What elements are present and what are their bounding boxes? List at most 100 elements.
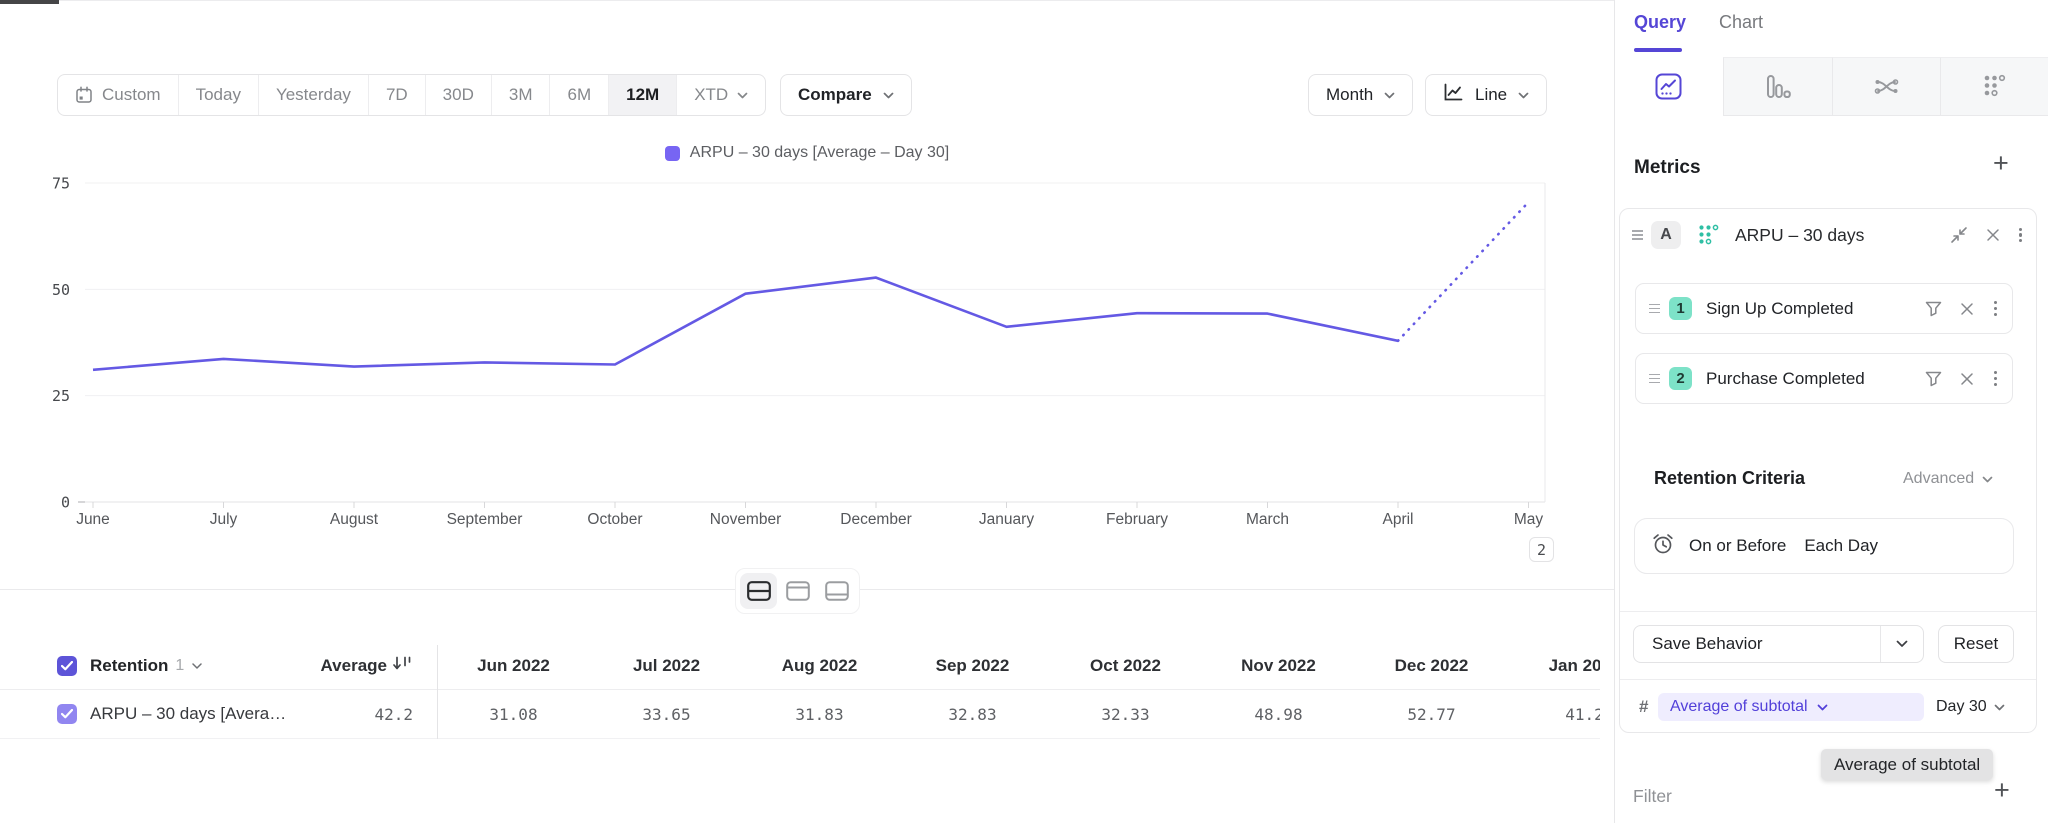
- measure-selected-value: Average of subtotal: [1670, 698, 1808, 716]
- tab-query[interactable]: Query: [1634, 12, 1686, 33]
- column-header[interactable]: Dec 2022: [1355, 656, 1508, 676]
- criteria-condition: On or Before: [1689, 536, 1786, 556]
- svg-text:March: March: [1246, 511, 1289, 528]
- svg-text:August: August: [330, 511, 379, 528]
- add-filter-button[interactable]: +: [1994, 780, 2010, 800]
- column-header[interactable]: Jan 2023: [1508, 656, 1600, 676]
- column-header[interactable]: Aug 2022: [743, 656, 896, 676]
- collapse-icon[interactable]: [1949, 225, 1969, 245]
- chevron-down-icon[interactable]: [1881, 640, 1923, 648]
- more-options-icon[interactable]: [2017, 226, 2024, 245]
- column-header[interactable]: Nov 2022: [1202, 656, 1355, 676]
- chart-only-toggle[interactable]: [779, 573, 816, 609]
- chart-legend: ARPU – 30 days [Average – Day 30]: [0, 144, 1614, 162]
- filter-funnel-icon[interactable]: [1925, 371, 1942, 387]
- check-icon: [61, 709, 73, 719]
- day-selected-value: Day 30: [1936, 698, 1987, 716]
- range-label: Custom: [102, 85, 161, 105]
- range-7d[interactable]: 7D: [369, 75, 426, 115]
- line-chart-frame-icon: [1655, 73, 1682, 100]
- results-table: Retention 1 Average: [0, 643, 1600, 739]
- svg-text:October: October: [587, 511, 642, 528]
- range-30d[interactable]: 30D: [426, 75, 492, 115]
- range-12m[interactable]: 12M: [609, 75, 677, 115]
- tab-chart[interactable]: Chart: [1719, 12, 1763, 33]
- svg-text:July: July: [210, 511, 238, 528]
- svg-text:25: 25: [52, 387, 70, 405]
- range-label: Yesterday: [276, 85, 351, 105]
- svg-text:75: 75: [52, 175, 70, 193]
- table-only-toggle[interactable]: [818, 573, 855, 609]
- retention-metric-icon: [1697, 223, 1721, 247]
- event-label: Sign Up Completed: [1706, 299, 1853, 319]
- close-icon[interactable]: [1960, 372, 1974, 386]
- metrics-section-title: Metrics: [1634, 157, 1701, 179]
- chart-only-icon: [786, 581, 810, 601]
- compare-button[interactable]: Compare: [780, 74, 912, 116]
- filter-funnel-icon[interactable]: [1925, 301, 1942, 317]
- chevron-down-icon: [737, 92, 748, 99]
- retention-criteria-card[interactable]: On or Before Each Day: [1634, 518, 2014, 574]
- granularity-button[interactable]: Month: [1308, 74, 1413, 116]
- line-chart-icon: [1443, 83, 1464, 107]
- sort-descending-icon[interactable]: [393, 656, 413, 676]
- drag-handle-icon[interactable]: [1649, 304, 1660, 314]
- range-3m[interactable]: 3M: [492, 75, 551, 115]
- range-today[interactable]: Today: [179, 75, 259, 115]
- column-header[interactable]: Sep 2022: [896, 656, 1049, 676]
- table-only-icon: [825, 581, 849, 601]
- add-metric-button[interactable]: +: [1993, 153, 2009, 173]
- split-view-toggle[interactable]: [740, 573, 777, 609]
- svg-text:50: 50: [52, 281, 70, 299]
- check-icon: [61, 661, 73, 671]
- reset-button[interactable]: Reset: [1938, 625, 2014, 663]
- range-custom[interactable]: Custom: [58, 75, 179, 115]
- svg-text:June: June: [76, 511, 110, 528]
- retention-analysis-app: Custom Today Yesterday 7D30D3M6M12MXTD Comp…: [0, 0, 2048, 823]
- criteria-window: Each Day: [1804, 536, 1878, 556]
- range-xtd[interactable]: XTD: [677, 75, 765, 115]
- chart-type-tabs: [1615, 57, 2048, 116]
- svg-text:November: November: [710, 511, 782, 528]
- event-row[interactable]: 2 Purchase Completed: [1635, 353, 2013, 404]
- query-panel: Query Chart: [1614, 0, 2048, 823]
- event-label: Purchase Completed: [1706, 369, 1865, 389]
- event-row[interactable]: 1 Sign Up Completed: [1635, 283, 2013, 334]
- save-behavior-button[interactable]: Save Behavior: [1633, 625, 1924, 663]
- range-6m[interactable]: 6M: [550, 75, 609, 115]
- range-yesterday[interactable]: Yesterday: [259, 75, 369, 115]
- advanced-dropdown[interactable]: Advanced: [1903, 470, 1993, 488]
- funnel-dots-tab[interactable]: [1940, 57, 2048, 116]
- line-chart-tab[interactable]: [1615, 57, 1723, 116]
- flow-chart-tab[interactable]: [1832, 57, 1941, 116]
- chart-type-button[interactable]: Line: [1425, 74, 1547, 116]
- day-select[interactable]: Day 30: [1936, 698, 2005, 716]
- granularity-label: Month: [1326, 85, 1373, 105]
- layout-toggle-group: [735, 568, 860, 614]
- bar-chart-tab[interactable]: [1723, 57, 1832, 116]
- svg-text:May: May: [1514, 511, 1544, 528]
- filter-section-title: Filter: [1633, 786, 1672, 807]
- select-all-checkbox[interactable]: [57, 656, 77, 676]
- row-average-value: 42.2: [374, 705, 413, 724]
- row-checkbox[interactable]: [57, 704, 77, 724]
- drag-handle-icon[interactable]: [1649, 374, 1660, 384]
- average-column-header[interactable]: Average: [321, 656, 387, 676]
- more-options-icon[interactable]: [1992, 369, 1999, 388]
- alarm-clock-icon: [1651, 532, 1675, 561]
- column-header[interactable]: Jul 2022: [590, 656, 743, 676]
- chevron-down-icon[interactable]: [192, 663, 202, 669]
- drag-handle-icon[interactable]: [1632, 230, 1643, 240]
- column-header[interactable]: Oct 2022: [1049, 656, 1202, 676]
- svg-text:February: February: [1106, 511, 1168, 528]
- column-header[interactable]: Jun 2022: [437, 656, 590, 676]
- calendar-icon: [75, 86, 93, 104]
- measure-select[interactable]: Average of subtotal: [1658, 693, 1924, 721]
- close-icon[interactable]: [1960, 302, 1974, 316]
- close-icon[interactable]: [1986, 228, 2000, 242]
- active-tab-underline: [1634, 48, 1682, 52]
- compare-label: Compare: [798, 85, 872, 105]
- table-column-separator: [437, 645, 438, 739]
- funnel-dots-icon: [1982, 73, 2009, 100]
- more-options-icon[interactable]: [1992, 299, 1999, 318]
